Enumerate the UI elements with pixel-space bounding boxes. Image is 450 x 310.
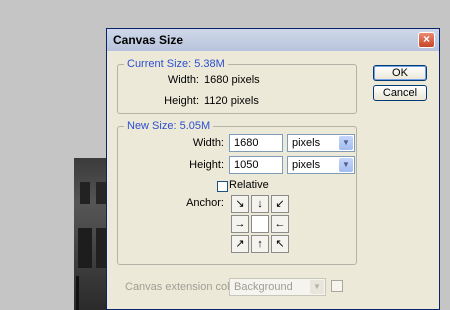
- extension-color-swatch[interactable]: [331, 280, 343, 292]
- photo-window: [96, 182, 106, 204]
- anchor-label: Anchor:: [186, 197, 224, 209]
- anchor-top-right[interactable]: ↙: [271, 195, 289, 213]
- current-height-label: Height:: [164, 95, 199, 107]
- new-width-label: Width:: [192, 137, 224, 149]
- chevron-down-icon[interactable]: ▼: [339, 136, 353, 150]
- anchor-center[interactable]: [251, 215, 269, 233]
- canvas-size-dialog: Canvas Size × Current Size: 5.38M Width:…: [106, 28, 440, 310]
- ok-button[interactable]: OK: [373, 65, 427, 81]
- close-icon[interactable]: ×: [418, 32, 435, 48]
- anchor-bottom-left[interactable]: ↗: [231, 235, 249, 253]
- cancel-button[interactable]: Cancel: [373, 85, 427, 101]
- height-unit-select[interactable]: pixels ▼: [287, 156, 355, 174]
- current-width-value: 1680 pixels: [204, 74, 260, 86]
- width-unit-select[interactable]: pixels ▼: [287, 134, 355, 152]
- photo-post: [76, 276, 79, 310]
- anchor-top-left[interactable]: ↘: [231, 195, 249, 213]
- width-unit-value: pixels: [292, 137, 321, 149]
- anchor-right[interactable]: ←: [271, 215, 289, 233]
- anchor-grid: ↘ ↓ ↙ → ← ↗ ↑ ↖: [231, 195, 289, 253]
- extension-color-label: Canvas extension color:: [125, 281, 243, 293]
- photo-window: [78, 228, 92, 268]
- dialog-title: Canvas Size: [113, 33, 184, 47]
- current-size-group: Current Size: 5.38M Width: 1680 pixels H…: [117, 58, 357, 114]
- current-height-value: 1120 pixels: [204, 95, 259, 107]
- relative-checkbox[interactable]: [217, 181, 228, 192]
- extension-color-select[interactable]: Background ▼: [229, 278, 326, 296]
- photo-window: [80, 182, 90, 204]
- anchor-bottom-right[interactable]: ↖: [271, 235, 289, 253]
- anchor-left[interactable]: →: [231, 215, 249, 233]
- extension-color-value: Background: [234, 281, 293, 293]
- height-input[interactable]: 1050: [229, 156, 283, 174]
- new-height-label: Height:: [189, 159, 224, 171]
- current-width-label: Width:: [167, 74, 199, 86]
- title-bar[interactable]: Canvas Size ×: [107, 29, 439, 51]
- width-input[interactable]: 1680: [229, 134, 283, 152]
- new-size-legend: New Size: 5.05M: [124, 120, 214, 132]
- chevron-down-icon[interactable]: ▼: [339, 158, 353, 172]
- relative-label[interactable]: Relative: [229, 179, 269, 191]
- anchor-bottom[interactable]: ↑: [251, 235, 269, 253]
- anchor-top[interactable]: ↓: [251, 195, 269, 213]
- height-unit-value: pixels: [292, 159, 321, 171]
- current-size-legend: Current Size: 5.38M: [124, 58, 228, 70]
- chevron-down-icon[interactable]: ▼: [310, 280, 324, 294]
